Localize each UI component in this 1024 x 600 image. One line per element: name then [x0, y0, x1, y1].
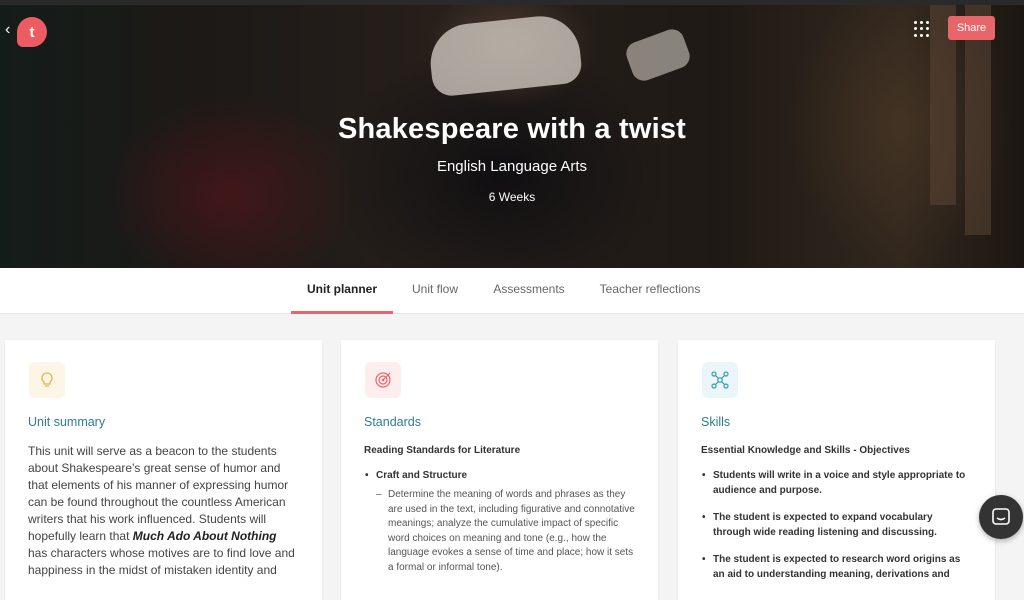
chevron-left-icon[interactable]: ‹: [5, 21, 10, 39]
standards-card: Standards Reading Standards for Literatu…: [341, 340, 658, 600]
skills-card: Skills Essential Knowledge and Skills - …: [678, 340, 995, 600]
chat-bubble-icon[interactable]: [979, 495, 1023, 539]
card-title: Skills: [701, 415, 731, 429]
lightbulb-icon: [29, 362, 65, 398]
skills-heading: Essential Knowledge and Skills - Objecti…: [701, 445, 910, 456]
list-item: Craft and Structure –Determine the meani…: [365, 468, 635, 575]
duration-label: 6 Weeks: [488, 190, 536, 204]
target-icon: [365, 362, 401, 398]
subject-label: English Language Arts: [436, 158, 588, 175]
tab-unit-flow[interactable]: Unit flow: [402, 268, 468, 314]
tab-teacher-reflections[interactable]: Teacher reflections: [590, 268, 710, 314]
network-icon: [702, 362, 738, 398]
logo-letter: t: [29, 23, 35, 41]
page-title: Shakespeare with a twist: [337, 113, 687, 145]
grid-icon[interactable]: [914, 21, 930, 37]
card-title: Unit summary: [28, 415, 106, 429]
list-item: Students will write in a voice and style…: [702, 468, 972, 498]
unit-summary-card: Unit summary This unit will serve as a b…: [5, 340, 322, 600]
standard-description: – Determine the meaning of words and phra…: [376, 489, 635, 573]
tab-bar: Unit planner Unit flow Assessments Teach…: [0, 268, 1024, 314]
list-item: The student is expected to research word…: [702, 552, 972, 582]
share-button[interactable]: Share: [948, 16, 995, 40]
card-grid: Unit summary This unit will serve as a b…: [0, 314, 1024, 600]
app-logo[interactable]: t: [17, 17, 47, 47]
list-item: The student is expected to expand vocabu…: [702, 510, 972, 540]
tab-assessments[interactable]: Assessments: [486, 268, 572, 314]
card-title: Standards: [364, 415, 421, 429]
standards-heading: Reading Standards for Literature: [364, 445, 521, 456]
unit-summary-text: This unit will serve as a beacon to the …: [28, 444, 295, 577]
play-title: Much Ado About Nothing: [132, 529, 277, 543]
tab-unit-planner[interactable]: Unit planner: [291, 268, 393, 314]
hero-banner: ‹ t Share Shakespeare with a twist Engli…: [0, 5, 1024, 268]
